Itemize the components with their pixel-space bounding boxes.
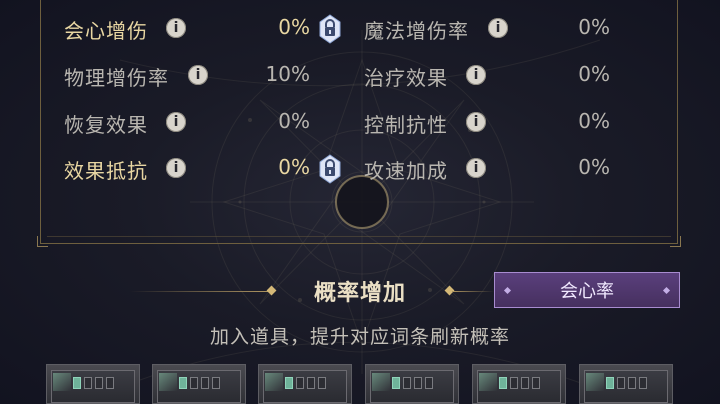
panel-corner-ornament bbox=[670, 236, 681, 247]
item-slot-pip bbox=[296, 377, 304, 389]
item-slot-pip bbox=[190, 377, 198, 389]
title-ornament-line bbox=[130, 291, 270, 292]
item-slot[interactable] bbox=[472, 364, 566, 404]
stat-label: 攻速加成 bbox=[364, 158, 448, 183]
stat-value: 0% bbox=[578, 109, 610, 133]
info-icon[interactable]: i bbox=[166, 112, 186, 132]
item-slot-gem bbox=[53, 373, 71, 391]
item-slot-pip bbox=[606, 377, 614, 389]
stat-value: 0% bbox=[278, 155, 310, 179]
info-icon[interactable]: i bbox=[488, 18, 508, 38]
item-slot[interactable] bbox=[579, 364, 673, 404]
item-slot-pips bbox=[499, 377, 540, 389]
item-slot-gem bbox=[372, 373, 390, 391]
item-slot[interactable] bbox=[46, 364, 140, 404]
title-ornament-line bbox=[452, 291, 494, 292]
crit-rate-button-label: 会心率 bbox=[560, 281, 614, 302]
stat-row-right-0: 魔法增伤率 bbox=[364, 14, 469, 44]
item-slot-pip bbox=[403, 377, 411, 389]
item-slot[interactable] bbox=[258, 364, 352, 404]
stat-row-left-1: 物理增伤率 bbox=[64, 61, 169, 91]
button-ornament bbox=[662, 286, 671, 295]
title-ornament-diamond bbox=[266, 285, 277, 296]
stat-value: 0% bbox=[278, 15, 310, 39]
info-icon[interactable]: i bbox=[466, 112, 486, 132]
item-slot-pips bbox=[285, 377, 326, 389]
stat-label: 物理增伤率 bbox=[64, 65, 169, 90]
stat-label: 效果抵抗 bbox=[64, 158, 148, 183]
lock-icon[interactable] bbox=[318, 154, 342, 184]
item-slot-pip bbox=[307, 377, 315, 389]
item-slot-pip bbox=[414, 377, 422, 389]
item-slot-pips bbox=[73, 377, 114, 389]
item-slot[interactable] bbox=[365, 364, 459, 404]
lock-icon[interactable] bbox=[318, 14, 342, 44]
panel-corner-ornament bbox=[37, 236, 48, 247]
item-slot-pip bbox=[499, 377, 507, 389]
item-slot-pip bbox=[425, 377, 433, 389]
item-slot-pip bbox=[639, 377, 647, 389]
item-slot-pip bbox=[318, 377, 326, 389]
stat-row-left-0: 会心增伤 bbox=[64, 14, 148, 44]
stat-value: 0% bbox=[278, 109, 310, 133]
info-icon[interactable]: i bbox=[466, 158, 486, 178]
item-slot-gem bbox=[159, 373, 177, 391]
info-icon[interactable]: i bbox=[166, 158, 186, 178]
stat-value: 10% bbox=[265, 62, 310, 86]
stat-value: 0% bbox=[578, 15, 610, 39]
game-screen: 会心增伤 i 0% 物理增伤率 i 10% 恢复效果 i 0% 效果抵抗 i 0… bbox=[0, 0, 720, 404]
item-slot-pips bbox=[392, 377, 433, 389]
stat-label: 控制抗性 bbox=[364, 112, 448, 137]
item-slot-pip bbox=[617, 377, 625, 389]
info-icon[interactable]: i bbox=[466, 65, 486, 85]
stat-row-right-3: 攻速加成 bbox=[364, 154, 448, 184]
stat-label: 魔法增伤率 bbox=[364, 18, 469, 43]
item-slot-pip bbox=[510, 377, 518, 389]
stat-value: 0% bbox=[578, 155, 610, 179]
stat-row-left-2: 恢复效果 bbox=[64, 108, 148, 138]
stat-label: 治疗效果 bbox=[364, 65, 448, 90]
item-slot-pip bbox=[73, 377, 81, 389]
crit-rate-button[interactable]: 会心率 bbox=[494, 272, 680, 308]
item-slot-pip bbox=[628, 377, 636, 389]
stat-row-left-3: 效果抵抗 bbox=[64, 154, 148, 184]
stat-label: 会心增伤 bbox=[64, 18, 148, 43]
stat-row-right-2: 控制抗性 bbox=[364, 108, 448, 138]
item-slot[interactable] bbox=[152, 364, 246, 404]
item-slot-gem bbox=[586, 373, 604, 391]
item-slot-gem bbox=[479, 373, 497, 391]
item-slot-pip bbox=[201, 377, 209, 389]
stat-label: 恢复效果 bbox=[64, 112, 148, 137]
info-icon[interactable]: i bbox=[188, 65, 208, 85]
stat-row-right-1: 治疗效果 bbox=[364, 61, 448, 91]
item-slot-pip bbox=[84, 377, 92, 389]
item-slot-pip bbox=[95, 377, 103, 389]
item-slot-gem bbox=[265, 373, 283, 391]
item-slot-pip bbox=[212, 377, 220, 389]
item-slot-pips bbox=[179, 377, 220, 389]
stat-value: 0% bbox=[578, 62, 610, 86]
item-slot-pip bbox=[285, 377, 293, 389]
section-description: 加入道具，提升对应词条刷新概率 bbox=[209, 326, 510, 348]
item-slot-pip bbox=[521, 377, 529, 389]
item-slot-pip bbox=[179, 377, 187, 389]
info-icon[interactable]: i bbox=[166, 18, 186, 38]
item-slot-pip bbox=[392, 377, 400, 389]
item-slot-pip bbox=[106, 377, 114, 389]
item-slot-pips bbox=[606, 377, 647, 389]
item-slot-pip bbox=[532, 377, 540, 389]
section-title: 概率增加 bbox=[313, 281, 406, 306]
panel-divider bbox=[47, 236, 671, 237]
button-ornament bbox=[503, 286, 512, 295]
